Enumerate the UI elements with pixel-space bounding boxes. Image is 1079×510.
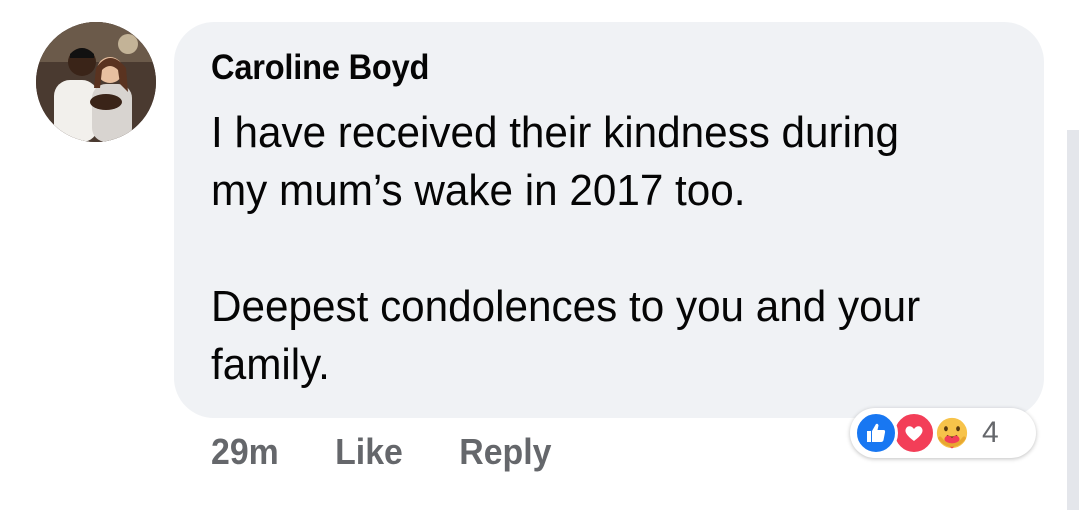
- love-icon: [892, 411, 936, 455]
- comment-bubble: Caroline Boyd I have received their kind…: [174, 22, 1044, 418]
- comment-author[interactable]: Caroline Boyd: [211, 46, 954, 90]
- comment-timestamp[interactable]: 29m: [211, 431, 279, 473]
- comment-paragraph: I have received their kindness during my…: [211, 108, 899, 215]
- scrollbar[interactable]: [1067, 130, 1079, 510]
- avatar[interactable]: [36, 22, 156, 142]
- reply-button[interactable]: Reply: [459, 431, 551, 473]
- comment-paragraph: Deepest condolences to you and your fami…: [211, 282, 921, 389]
- comment-actions: 29m Like Reply: [211, 430, 551, 474]
- comment-body: I have received their kindness during my…: [211, 104, 998, 394]
- like-button[interactable]: Like: [335, 431, 403, 473]
- like-icon: [854, 411, 898, 455]
- reaction-count: 4: [982, 416, 999, 449]
- care-icon: [930, 411, 974, 455]
- reactions-summary[interactable]: 4: [850, 408, 1036, 458]
